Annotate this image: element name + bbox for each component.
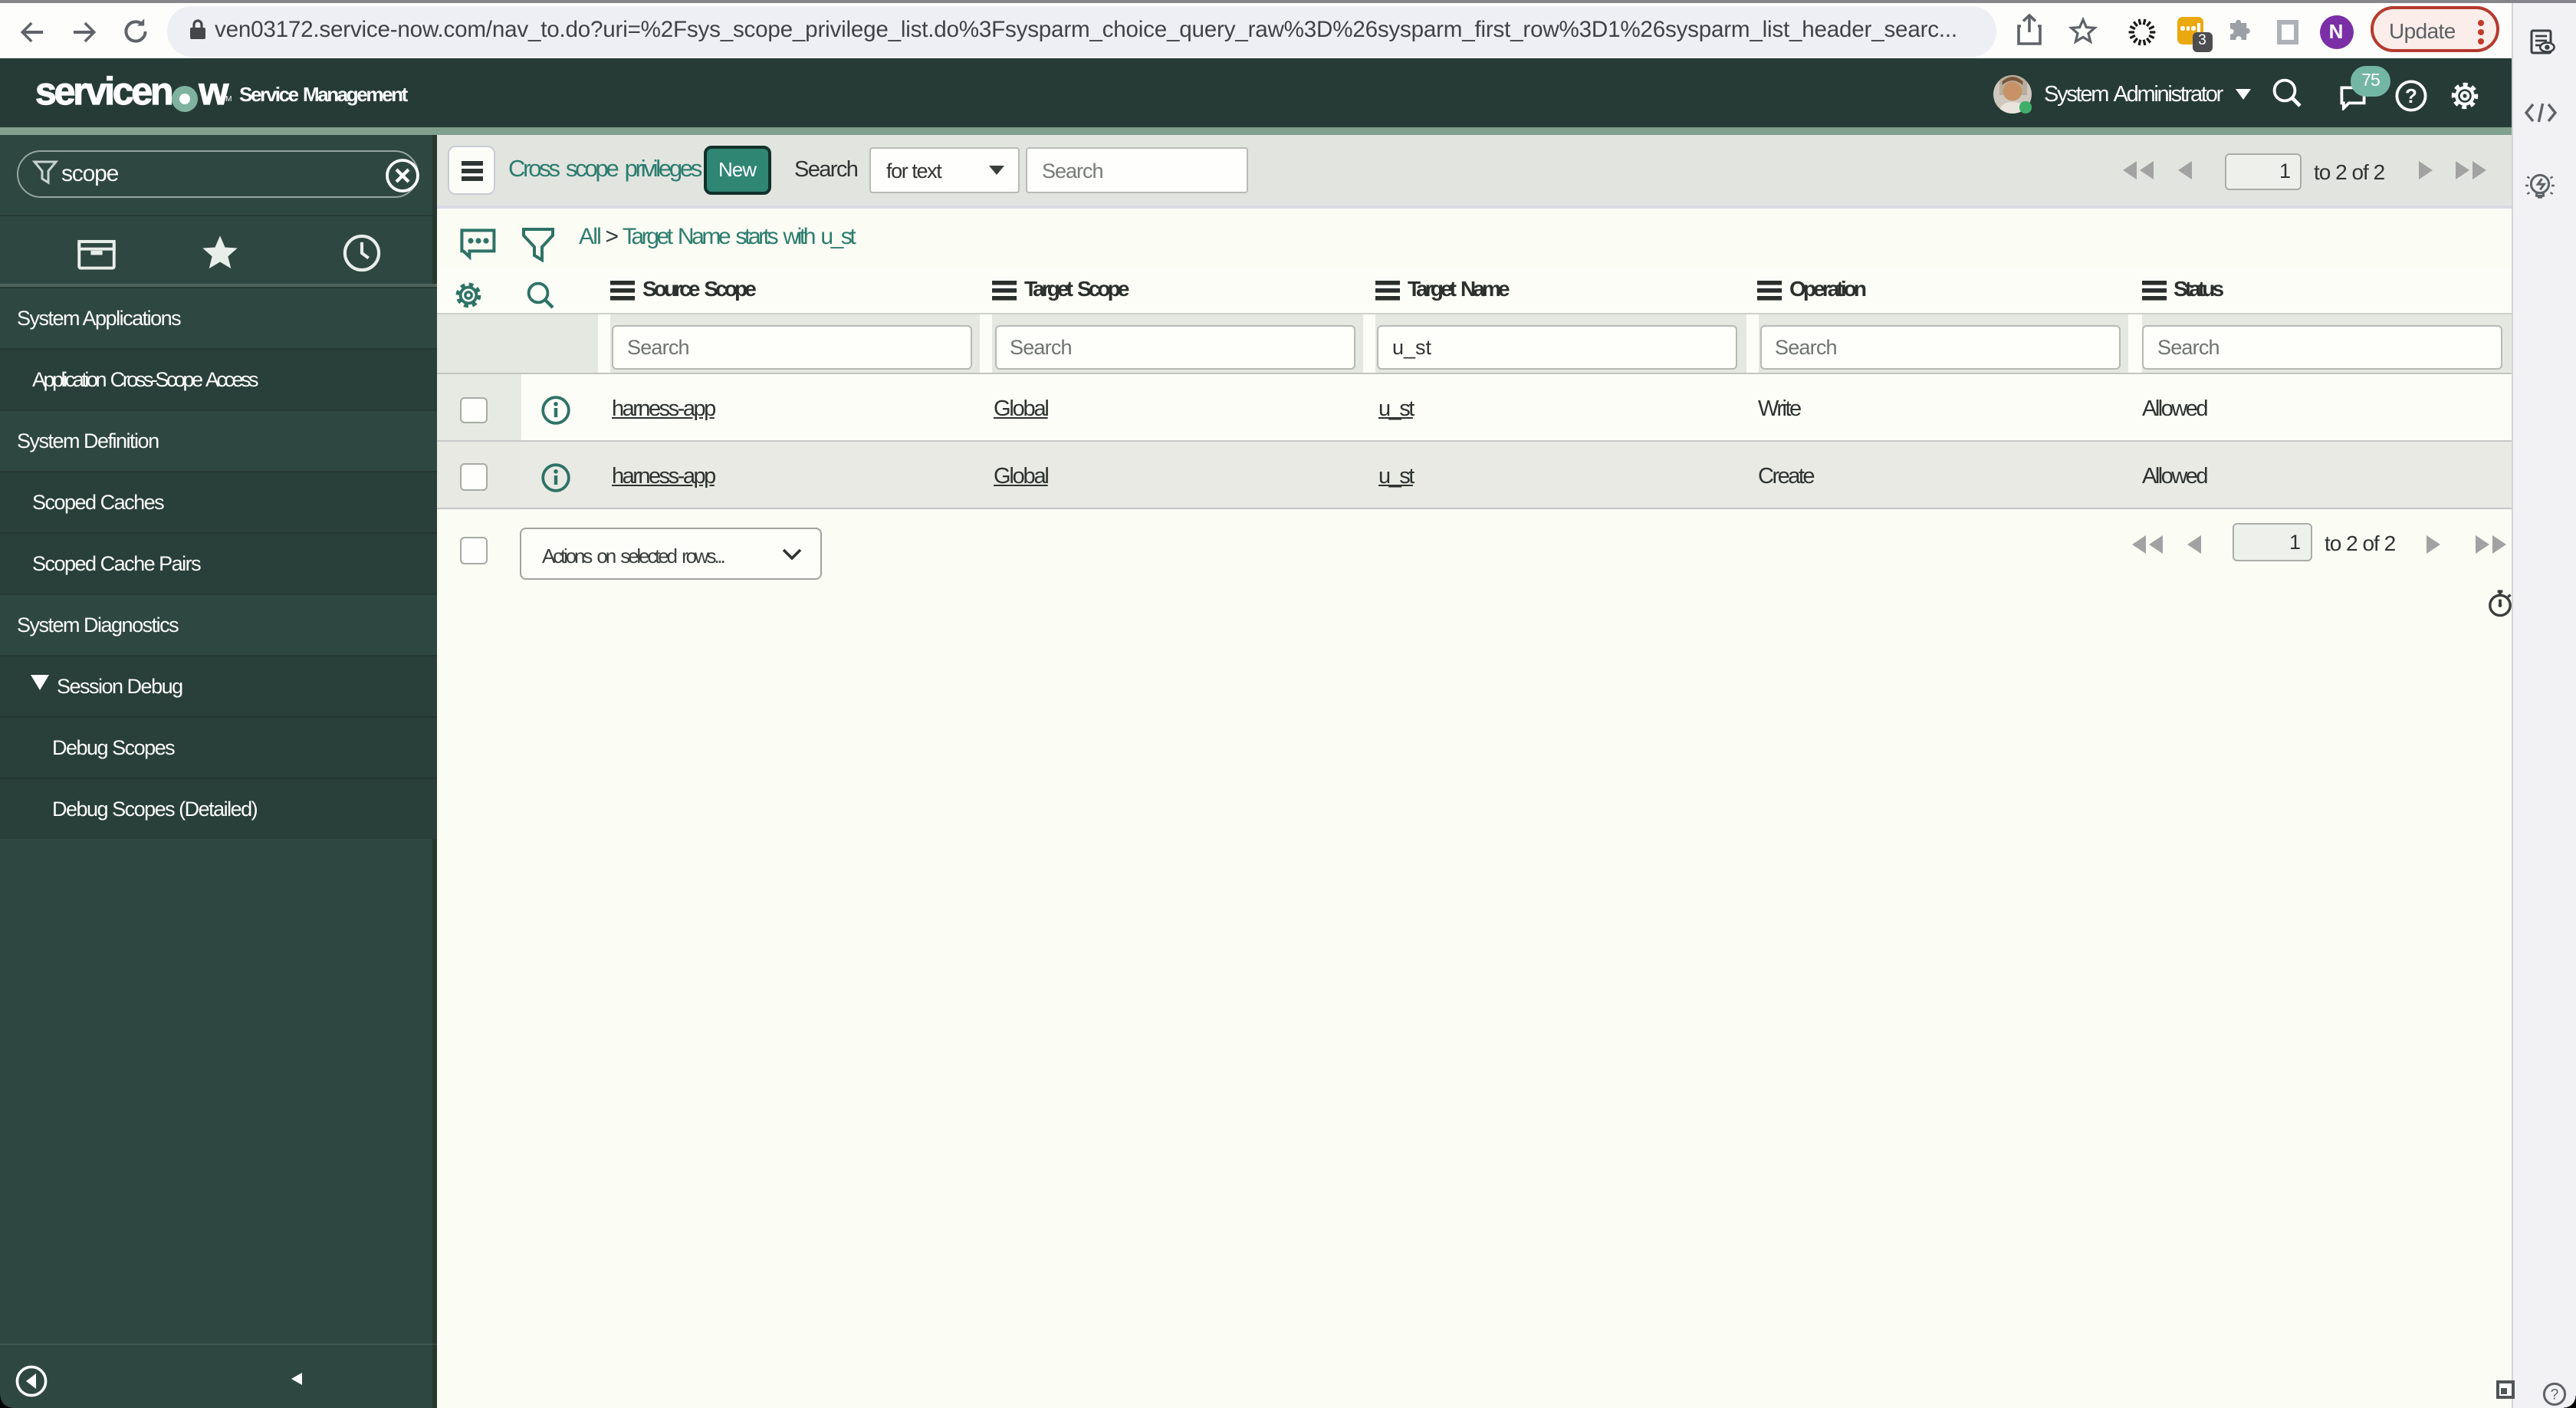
svg-text:?: ?: [2551, 1387, 2559, 1403]
svg-text:?: ?: [2405, 84, 2417, 107]
